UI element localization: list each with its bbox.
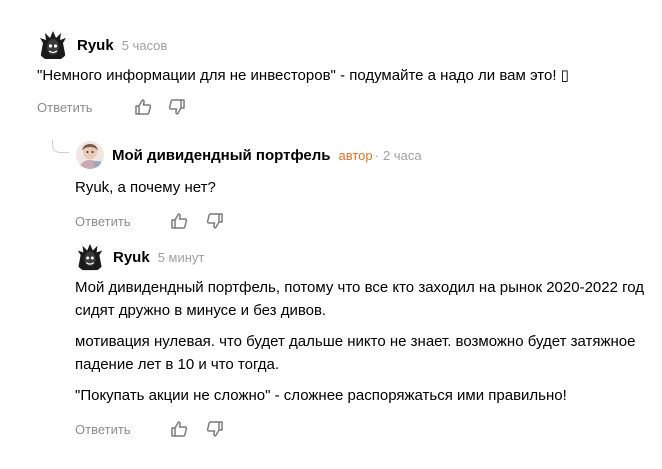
comment-text: "Покупать акции не сложно" - сложнее рас… bbox=[75, 387, 567, 404]
thumbs-up-icon[interactable] bbox=[169, 211, 189, 231]
comment-actions: Ответить bbox=[75, 417, 645, 441]
comment-header: Мой дивидендный портфель автор · 2 часа bbox=[75, 138, 645, 172]
comment-text: Мой дивидендный портфель, потому что все… bbox=[75, 279, 645, 319]
comment-time: 5 часов bbox=[121, 37, 168, 53]
ryuk-avatar-icon bbox=[75, 242, 105, 272]
author-name[interactable]: Ryuk bbox=[113, 249, 150, 266]
avatar[interactable] bbox=[76, 141, 104, 169]
ryuk-avatar-icon bbox=[37, 29, 69, 61]
comment-text: мотивация нулевая. что будет дальше никт… bbox=[75, 333, 636, 373]
reply-button[interactable]: Ответить bbox=[37, 100, 93, 115]
comment-actions: Ответить bbox=[37, 95, 647, 119]
reply-button[interactable]: Ответить bbox=[75, 422, 131, 437]
author-name[interactable]: Мой дивидендный портфель bbox=[112, 147, 331, 164]
comment: Ryuk 5 минут Мой дивидендный портфель, п… bbox=[75, 240, 645, 441]
thread-connector bbox=[52, 140, 69, 153]
thumbs-down-icon[interactable] bbox=[205, 211, 225, 231]
comment-time: 2 часа bbox=[382, 147, 422, 163]
thumbs-down-icon[interactable] bbox=[205, 419, 225, 439]
comment-text: "Немного информации для не инвесторов" -… bbox=[37, 67, 569, 84]
comment: Мой дивидендный портфель автор · 2 часа … bbox=[75, 138, 645, 233]
comment-header: Ryuk 5 минут bbox=[75, 240, 645, 274]
thumbs-up-icon[interactable] bbox=[133, 97, 153, 117]
separator-dot: · bbox=[374, 147, 379, 163]
avatar[interactable] bbox=[75, 242, 105, 272]
thumbs-down-icon[interactable] bbox=[167, 97, 187, 117]
avatar[interactable] bbox=[37, 29, 69, 61]
comment-header: Ryuk 5 часов bbox=[37, 28, 647, 62]
comment-time: 5 минут bbox=[157, 249, 205, 265]
author-badge: автор bbox=[338, 147, 373, 163]
comment-text: Ryuk, а почему нет? bbox=[75, 179, 216, 196]
thumbs-up-icon[interactable] bbox=[169, 419, 189, 439]
reply-button[interactable]: Ответить bbox=[75, 214, 131, 229]
comment: Ryuk 5 часов "Немного информации для не … bbox=[37, 28, 647, 119]
comment-actions: Ответить bbox=[75, 209, 645, 233]
portfolio-avatar-icon bbox=[76, 141, 104, 169]
author-name[interactable]: Ryuk bbox=[77, 37, 114, 54]
